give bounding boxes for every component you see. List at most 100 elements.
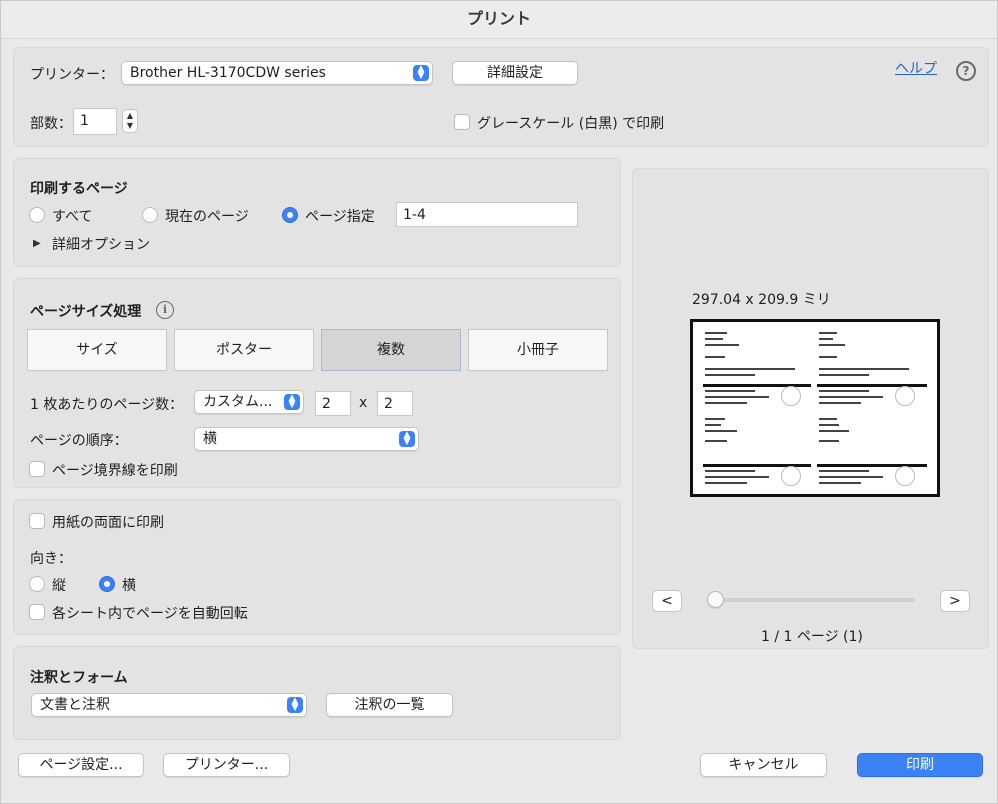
- preview-prev-button[interactable]: <: [652, 590, 682, 612]
- printer-details-button[interactable]: 詳細設定: [452, 61, 578, 85]
- preview-text-line: [705, 368, 795, 370]
- pages-section-title: 印刷するページ: [30, 181, 128, 197]
- preview-size-text: 297.04 x 209.9 ミリ: [692, 292, 831, 308]
- popup-arrows-icon: ▲ ▼: [287, 697, 303, 713]
- radio-current-page-label: 現在のページ: [165, 209, 249, 225]
- radio-landscape-label: 横: [122, 578, 136, 594]
- page-order-select[interactable]: 横 ▲ ▼: [194, 427, 419, 451]
- preview-text-line: [819, 402, 861, 404]
- orientation-label: 向き：: [30, 551, 72, 567]
- auto-rotate-checkbox[interactable]: [29, 604, 45, 620]
- preview-text-line: [819, 418, 837, 420]
- preview-text-line: [819, 338, 833, 340]
- pages-per-sheet-label: 1 枚あたりのページ数：: [30, 397, 184, 413]
- radio-current-page[interactable]: [142, 207, 158, 223]
- preview-text-line: [705, 374, 755, 376]
- grayscale-checkbox[interactable]: [454, 114, 470, 130]
- preview-text-line: [819, 482, 861, 484]
- popup-arrows-icon: ▲ ▼: [399, 431, 415, 447]
- info-icon[interactable]: i: [156, 301, 174, 319]
- preview-text-line: [705, 332, 727, 334]
- preview-rule: [817, 464, 927, 467]
- copies-field[interactable]: 1: [73, 108, 117, 135]
- popup-arrows-icon: ▲ ▼: [284, 394, 300, 410]
- radio-page-range[interactable]: [282, 207, 298, 223]
- page-border-checkbox[interactable]: [29, 461, 45, 477]
- preview-text-line: [819, 470, 869, 472]
- preview-text-line: [819, 344, 845, 346]
- preview-seal: [895, 466, 915, 486]
- pages-per-sheet-value: カスタム...: [203, 394, 273, 410]
- preview-text-line: [705, 440, 727, 442]
- preview-text-line: [705, 470, 755, 472]
- print-button[interactable]: 印刷: [857, 753, 983, 777]
- copies-label: 部数：: [30, 116, 72, 132]
- preview-seal: [895, 386, 915, 406]
- grid-rows-input[interactable]: 2: [377, 391, 413, 416]
- detail-options-label[interactable]: 詳細オプション: [52, 234, 150, 254]
- radio-portrait[interactable]: [29, 576, 45, 592]
- grid-columns-input[interactable]: 2: [315, 391, 351, 416]
- preview-text-line: [819, 396, 883, 398]
- radio-all-pages[interactable]: [29, 207, 45, 223]
- duplex-label: 用紙の両面に印刷: [52, 515, 164, 531]
- printer-select[interactable]: Brother HL-3170CDW series ▲ ▼: [121, 61, 433, 85]
- page-range-input[interactable]: 1-4: [396, 202, 578, 227]
- help-link[interactable]: ヘルプ: [895, 58, 937, 78]
- grid-times-label: x: [359, 395, 368, 411]
- preview-slider-knob[interactable]: [707, 591, 724, 608]
- preview-text-line: [705, 430, 737, 432]
- preview-text-line: [819, 332, 837, 334]
- segment-multiple[interactable]: 複数: [321, 329, 461, 371]
- segment-size[interactable]: サイズ: [27, 329, 167, 371]
- page-border-label: ページ境界線を印刷: [52, 463, 178, 479]
- preview-text-line: [819, 374, 869, 376]
- printer-select-value: Brother HL-3170CDW series: [130, 65, 326, 81]
- preview-text-line: [705, 344, 739, 346]
- preview-sheet: [701, 328, 929, 488]
- preview-next-button[interactable]: >: [940, 590, 970, 612]
- preview-text-line: [705, 338, 723, 340]
- preview-text-line: [819, 356, 837, 358]
- printer-button[interactable]: プリンター...: [163, 753, 290, 777]
- segment-poster[interactable]: ポスター: [174, 329, 314, 371]
- preview-text-line: [819, 430, 849, 432]
- preview-text-line: [705, 424, 721, 426]
- page-order-label: ページの順序：: [30, 433, 128, 449]
- print-dialog: プリント プリンター： Brother HL-3170CDW series ▲ ▼…: [0, 0, 998, 804]
- preview-text-line: [705, 476, 769, 478]
- duplex-checkbox[interactable]: [29, 513, 45, 529]
- radio-all-pages-label: すべて: [52, 209, 93, 225]
- disclosure-triangle-icon[interactable]: ▶: [33, 238, 41, 249]
- preview-rule: [817, 384, 927, 387]
- help-icon[interactable]: ?: [956, 61, 976, 81]
- pages-per-sheet-select[interactable]: カスタム... ▲ ▼: [194, 390, 304, 414]
- preview-seal: [781, 466, 801, 486]
- preview-text-line: [819, 390, 869, 392]
- popup-arrows-icon: ▲ ▼: [413, 65, 429, 81]
- stepper-down-icon: ▼: [126, 121, 134, 130]
- radio-landscape[interactable]: [99, 576, 115, 592]
- preview-text-line: [705, 356, 725, 358]
- annotations-list-button[interactable]: 注釈の一覧: [326, 693, 453, 717]
- cancel-button[interactable]: キャンセル: [700, 753, 827, 777]
- dialog-title: プリント: [1, 1, 997, 39]
- page-setup-button[interactable]: ページ設定...: [18, 753, 144, 777]
- preview-page-status: 1 / 1 ページ (1): [761, 629, 863, 645]
- auto-rotate-label: 各シート内でページを自動回転: [52, 606, 248, 622]
- radio-portrait-label: 縦: [52, 578, 66, 594]
- copies-stepper[interactable]: ▲ ▼: [122, 109, 138, 133]
- printer-label: プリンター：: [30, 67, 114, 83]
- preview-text-line: [705, 396, 769, 398]
- annotations-select[interactable]: 文書と注釈 ▲ ▼: [31, 693, 307, 717]
- preview-text-line: [819, 368, 909, 370]
- preview-text-line: [819, 424, 839, 426]
- preview-text-line: [819, 476, 883, 478]
- preview-text-line: [705, 402, 747, 404]
- segment-booklet[interactable]: 小冊子: [468, 329, 608, 371]
- preview-slider-track[interactable]: [713, 598, 915, 602]
- radio-page-range-label: ページ指定: [305, 209, 375, 225]
- stepper-up-icon: ▲: [126, 111, 134, 120]
- preview-text-line: [705, 418, 725, 420]
- annotations-select-value: 文書と注釈: [40, 697, 110, 713]
